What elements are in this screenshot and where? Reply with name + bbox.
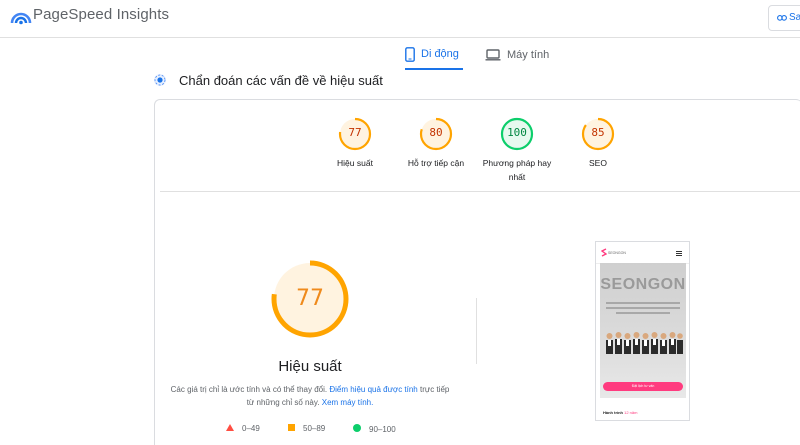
smartphone-icon — [405, 46, 415, 62]
score-note: Các giá trị chỉ là ước tính và có thể th… — [170, 383, 450, 409]
preview-footer-prefix: Hành trình — [603, 410, 625, 415]
score-label-accessibility: Hỗ trợ tiếp cận — [407, 158, 465, 168]
preview-brand-text: SEONGON — [608, 251, 626, 255]
score-value-best-practices: 100 — [507, 126, 527, 139]
score-value-performance: 77 — [348, 126, 362, 139]
tab-mobile-label: Di động — [421, 48, 459, 60]
score-value-seo: 85 — [591, 126, 605, 139]
diagnose-icon — [154, 74, 166, 86]
tab-desktop-label: Máy tính — [507, 49, 550, 61]
square-icon — [288, 424, 295, 433]
score-label-best-practices-line2: nhất — [508, 172, 526, 182]
performance-score-value: 77 — [296, 286, 324, 311]
performance-score-title: Hiệu suất — [278, 358, 342, 375]
legend-good: 90–100 — [353, 424, 396, 434]
diagnostics-title: Chẩn đoán các vấn đề về hiệu suất — [179, 73, 383, 88]
circle-icon — [353, 424, 361, 434]
legend-good-range: 90–100 — [369, 424, 396, 434]
preview-headline: SEONGON — [600, 276, 686, 293]
legend-average-range: 50–89 — [303, 424, 326, 433]
preview-footer-highlight: 12 năm — [624, 410, 638, 415]
top-bar: PageSpeed Insights Sa — [0, 0, 800, 38]
score-label-best-practices-line1: Phương pháp hay — [482, 158, 552, 168]
tab-mobile[interactable]: Di động — [405, 40, 463, 70]
preview-navbar: SEONGON — [596, 242, 689, 264]
score-value-accessibility: 80 — [429, 126, 443, 139]
divider — [160, 191, 800, 192]
preview-text-line — [606, 307, 680, 309]
vertical-divider — [476, 298, 477, 364]
score-calculation-link[interactable]: Điểm hiệu quả được tính — [329, 385, 417, 394]
preview-text-line — [606, 302, 680, 304]
pagespeed-logo-icon[interactable] — [10, 7, 32, 25]
laptop-icon — [485, 49, 501, 61]
link-icon — [777, 15, 787, 21]
legend-average: 50–89 — [288, 424, 325, 433]
app-title: PageSpeed Insights — [33, 6, 170, 23]
tab-desktop[interactable]: Máy tính — [485, 40, 555, 70]
score-label-best-practices: Phương pháp hay nhất — [472, 156, 562, 184]
score-label-seo: SEO — [589, 158, 607, 168]
preview-cta-button: Đặt lịch tư vấn — [603, 382, 683, 391]
score-note-text: Các giá trị chỉ là ước tính và có thể th… — [170, 385, 330, 394]
share-button-label: Sa — [789, 12, 800, 23]
legend-poor-range: 0–49 — [242, 424, 260, 433]
triangle-icon — [226, 424, 234, 433]
calculator-link[interactable]: Xem máy tính. — [322, 398, 374, 407]
preview-footer-text: Hành trình 12 năm — [603, 410, 637, 415]
legend-poor: 0–49 — [226, 424, 260, 433]
seongon-logo-icon — [601, 248, 607, 257]
menu-icon — [676, 251, 682, 256]
page-screenshot-preview[interactable]: SEONGON SEONGON Đặt lịch tư vấn Hành trì… — [595, 241, 690, 421]
score-label-performance: Hiệu suất — [337, 158, 373, 168]
team-photo — [606, 332, 683, 354]
share-button[interactable]: Sa — [768, 5, 800, 31]
preview-text-line — [616, 312, 670, 314]
